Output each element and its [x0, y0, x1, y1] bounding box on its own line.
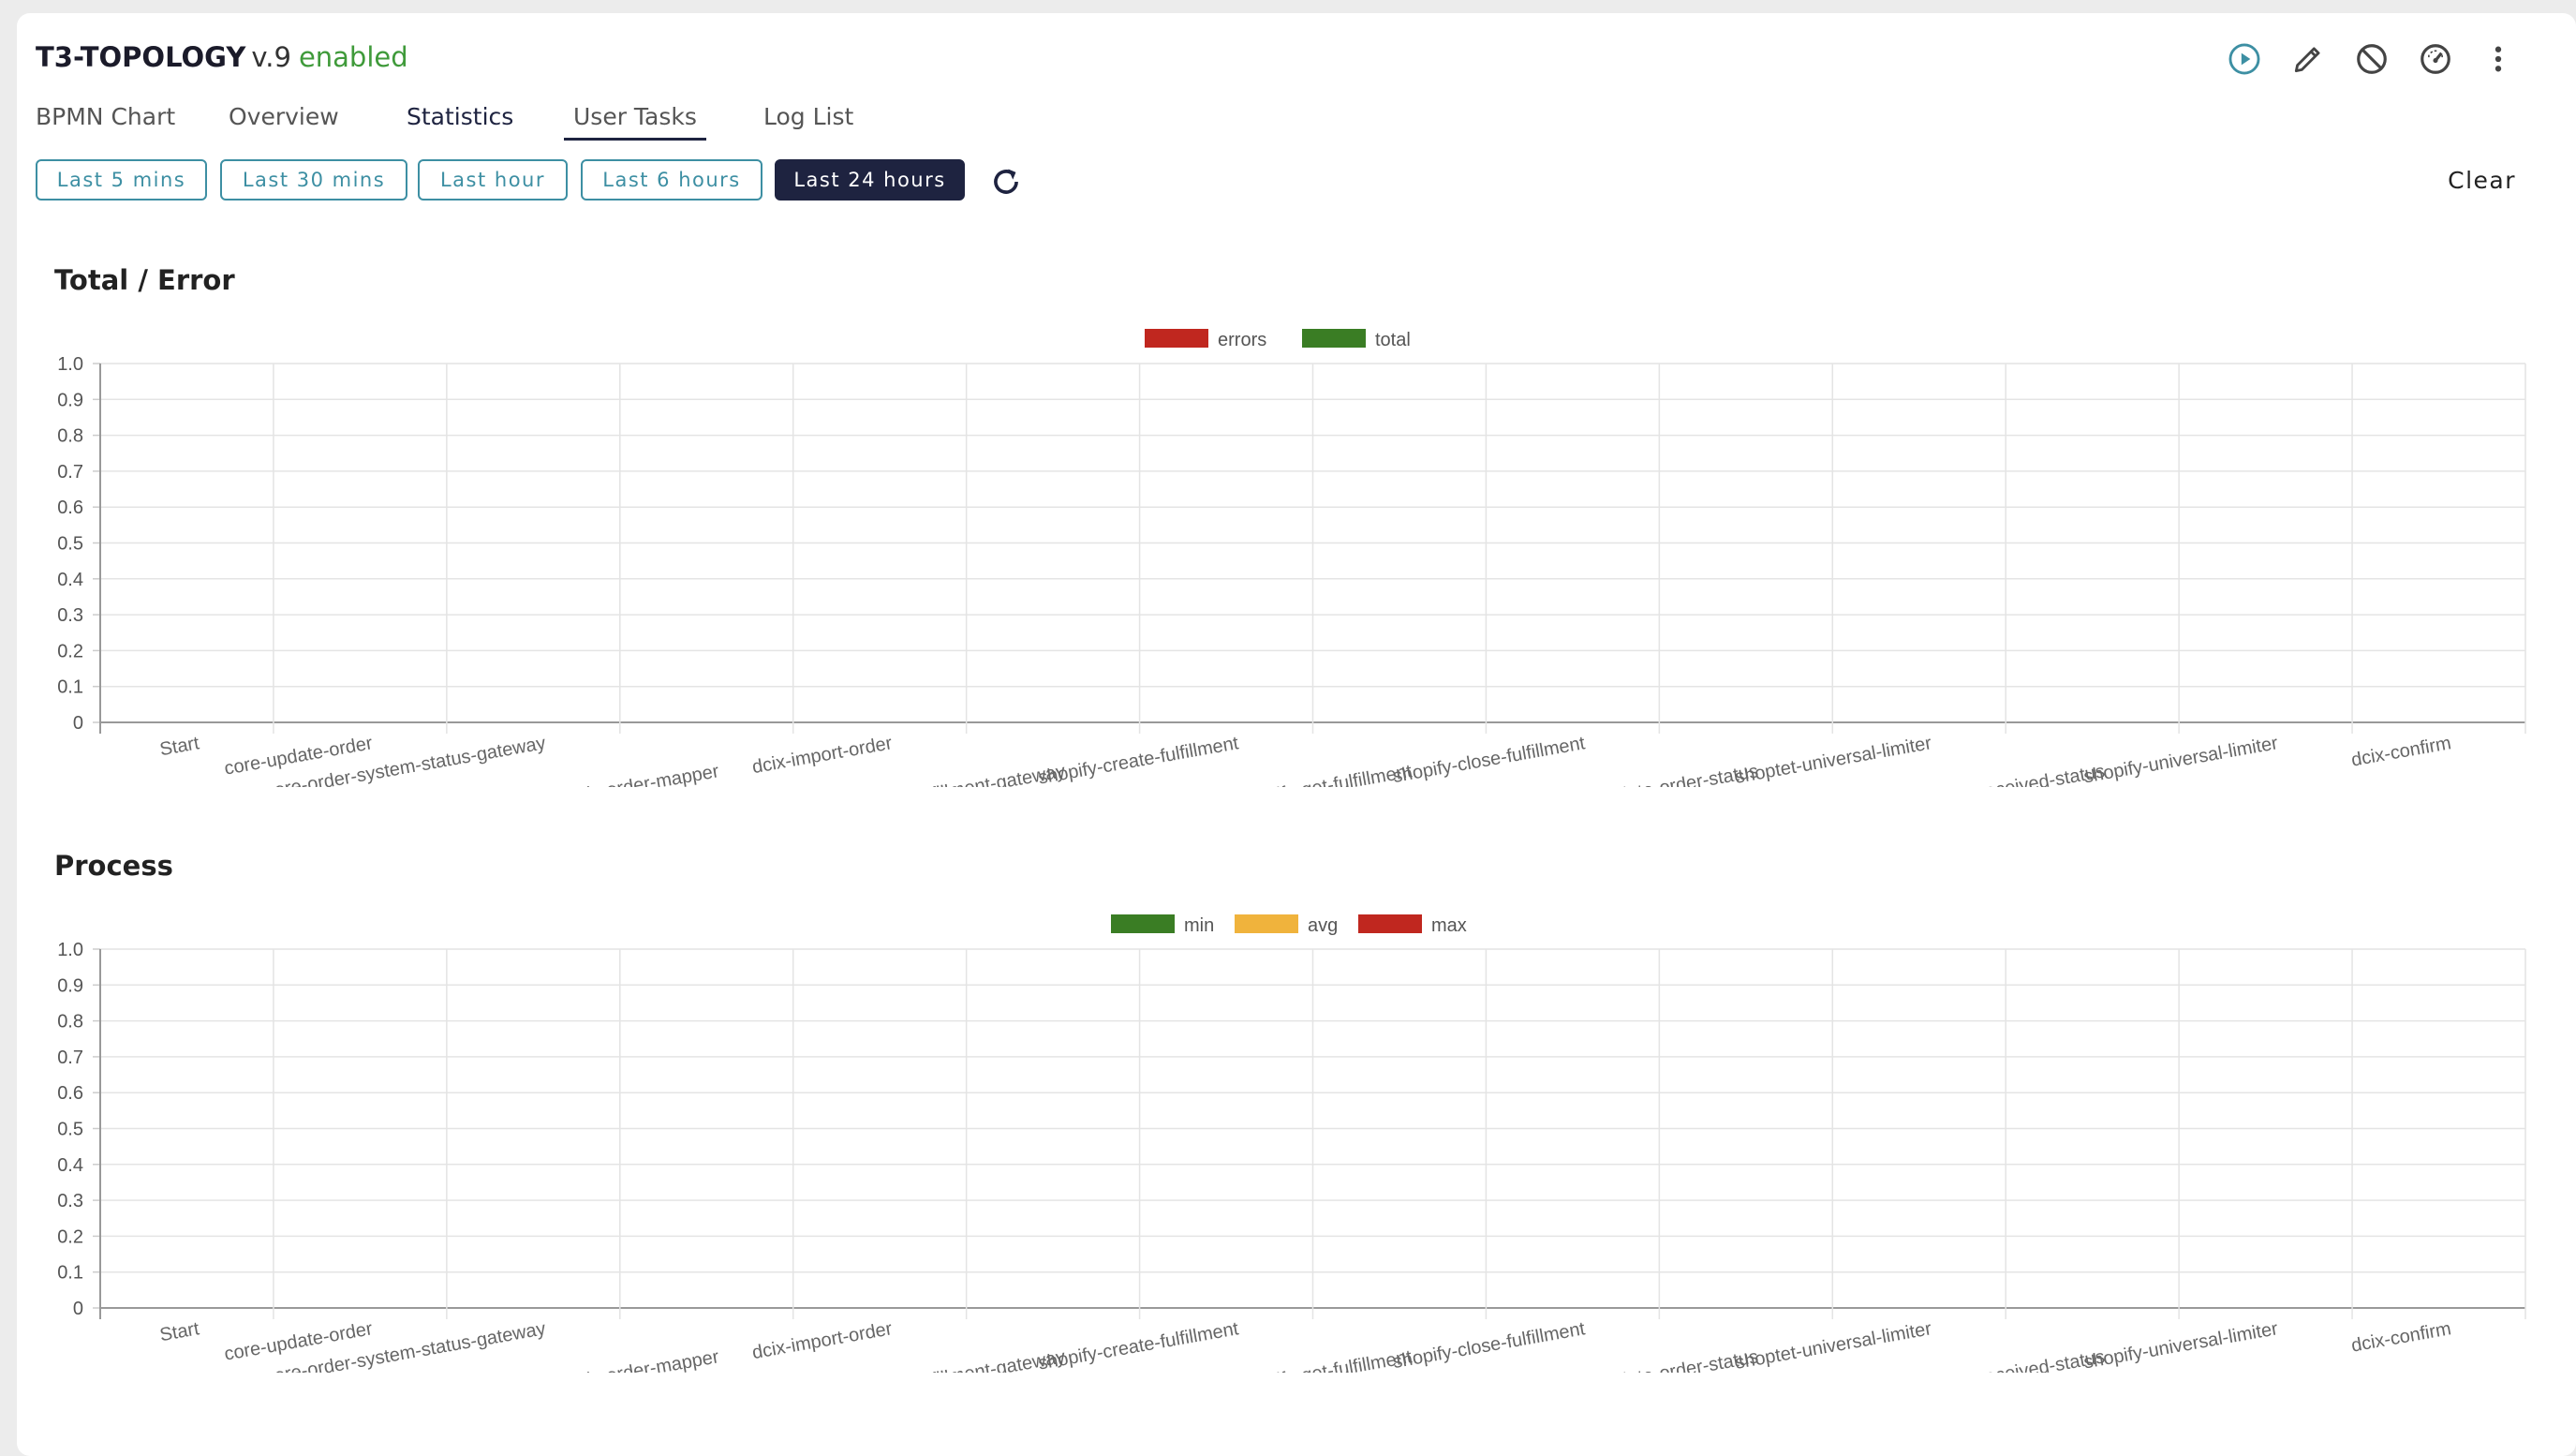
y-tick-label: 0.9	[57, 390, 83, 410]
y-tick-label: 0.3	[57, 1191, 83, 1211]
clear-button[interactable]: Clear	[2448, 167, 2516, 194]
x-tick-label: core-to-dcix-order-mapper	[503, 761, 721, 787]
x-tick-label: Start	[158, 1318, 201, 1345]
x-tick-label: shopify-close-fulfillment	[1391, 1318, 1587, 1373]
y-tick-label: 0.6	[57, 498, 83, 518]
range-last-6-hours-button[interactable]: Last 6 hours	[581, 159, 762, 201]
x-tick-label: dcix-import-order	[750, 1318, 894, 1363]
y-tick-label: 0.2	[57, 641, 83, 661]
legend-label-max: max	[1431, 915, 1467, 936]
y-tick-label: 0.4	[57, 1155, 83, 1176]
tab-bpmn-chart[interactable]: BPMN Chart	[36, 103, 175, 130]
tab-statistics[interactable]: Statistics	[407, 103, 513, 130]
x-tick-label: shoptet-update-order-status	[1529, 1346, 1760, 1373]
legend-swatch-max	[1358, 914, 1422, 933]
page-title: T3-TOPOLOGY v.9 enabled	[36, 41, 408, 73]
play-circle-icon[interactable]	[2225, 39, 2264, 79]
legend-swatch-min	[1111, 914, 1175, 933]
range-last-24-hours-button[interactable]: Last 24 hours	[775, 159, 965, 201]
tab-log-list[interactable]: Log List	[763, 103, 853, 130]
x-tick-label: shopify-fulfillment-gateway	[846, 1346, 1067, 1373]
x-tick-label: shopify-create-fulfillment	[1037, 733, 1241, 787]
x-tick-label: shopify-fulfillment-gateway	[846, 761, 1067, 787]
x-tick-label: shoptet-universal-limiter	[1734, 733, 1933, 787]
x-tick-label: shopify-create-fulfillment	[1037, 1318, 1241, 1373]
x-tick-label: shopify-close-fulfillment	[1391, 733, 1587, 787]
range-last-hour-button[interactable]: Last hour	[418, 159, 568, 201]
legend-label-total: total	[1375, 330, 1411, 350]
x-tick-label: dcix-confirm	[2349, 1318, 2452, 1356]
y-tick-label: 0.8	[57, 1012, 83, 1033]
more-vertical-icon[interactable]	[2479, 39, 2518, 79]
y-tick-label: 0.2	[57, 1226, 83, 1247]
process-name: T3-TOPOLOGY	[36, 41, 246, 73]
y-tick-label: 0.5	[57, 534, 83, 555]
x-tick-label: core-to-dcix-order-mapper	[503, 1346, 721, 1373]
range-last-30-mins-button[interactable]: Last 30 mins	[220, 159, 407, 201]
y-tick-label: 1.0	[57, 354, 83, 375]
refresh-icon[interactable]	[985, 161, 1027, 202]
legend-swatch-avg	[1235, 914, 1298, 933]
y-tick-label: 1.0	[57, 940, 83, 960]
legend-label-avg: avg	[1308, 915, 1338, 936]
tab-user-tasks[interactable]: User Tasks	[564, 103, 706, 141]
x-tick-label: shopify-universal-limiter	[2082, 1318, 2280, 1373]
y-tick-label: 0.6	[57, 1083, 83, 1104]
y-tick-label: 0	[73, 1299, 83, 1319]
y-tick-label: 0.3	[57, 605, 83, 626]
y-tick-label: 0.4	[57, 570, 83, 590]
y-tick-label: 0.8	[57, 426, 83, 447]
range-last-5-mins-button[interactable]: Last 5 mins	[36, 159, 207, 201]
tab-overview[interactable]: Overview	[229, 103, 339, 130]
process-title: Process	[54, 850, 173, 882]
y-tick-label: 0.7	[57, 1047, 83, 1068]
process-chart: min avg max 0 0.1 0.2 0.3 0.4 0.5 0.6 0.7 0.8 0.9 1.0…	[0, 904, 2576, 1373]
x-tick-label: shoptet-update-order-status	[1529, 761, 1760, 787]
x-tick-label: shopify-get-fulfillment	[1236, 1346, 1414, 1373]
dashboard-gauge-icon[interactable]	[2416, 39, 2455, 79]
y-tick-label: 0.7	[57, 462, 83, 483]
legend-label-errors: errors	[1218, 330, 1266, 350]
y-tick-label: 0.5	[57, 1120, 83, 1140]
y-tick-label: 0.1	[57, 677, 83, 698]
x-tick-label: dcix-confirm	[2349, 733, 2452, 770]
x-tick-label: Start	[158, 733, 201, 760]
x-tick-label: shoptet-universal-limiter	[1734, 1318, 1933, 1373]
block-icon[interactable]	[2352, 39, 2391, 79]
x-tick-label: shopify-universal-limiter	[2082, 733, 2280, 787]
y-tick-label: 0.9	[57, 975, 83, 996]
total-error-chart: errors total 0 0.1 0.2 0.3 0.4 0.5 0.6 0.7 0.8 0.9 1…	[0, 319, 2576, 787]
y-tick-label: 0.1	[57, 1263, 83, 1284]
status-badge: enabled	[298, 41, 408, 73]
legend-swatch-errors	[1145, 329, 1208, 348]
legend-label-min: min	[1184, 915, 1214, 936]
process-version: v.9	[251, 41, 291, 73]
pencil-icon[interactable]	[2288, 39, 2328, 79]
x-tick-label: core-handle-received-status	[1874, 1346, 2107, 1373]
x-tick-label: core-handle-received-status	[1874, 761, 2107, 787]
y-tick-label: 0	[73, 713, 83, 734]
legend-swatch-total	[1302, 329, 1366, 348]
x-tick-label: dcix-import-order	[750, 733, 894, 778]
x-tick-label: shopify-get-fulfillment	[1236, 761, 1414, 787]
total-error-title: Total / Error	[54, 264, 235, 296]
